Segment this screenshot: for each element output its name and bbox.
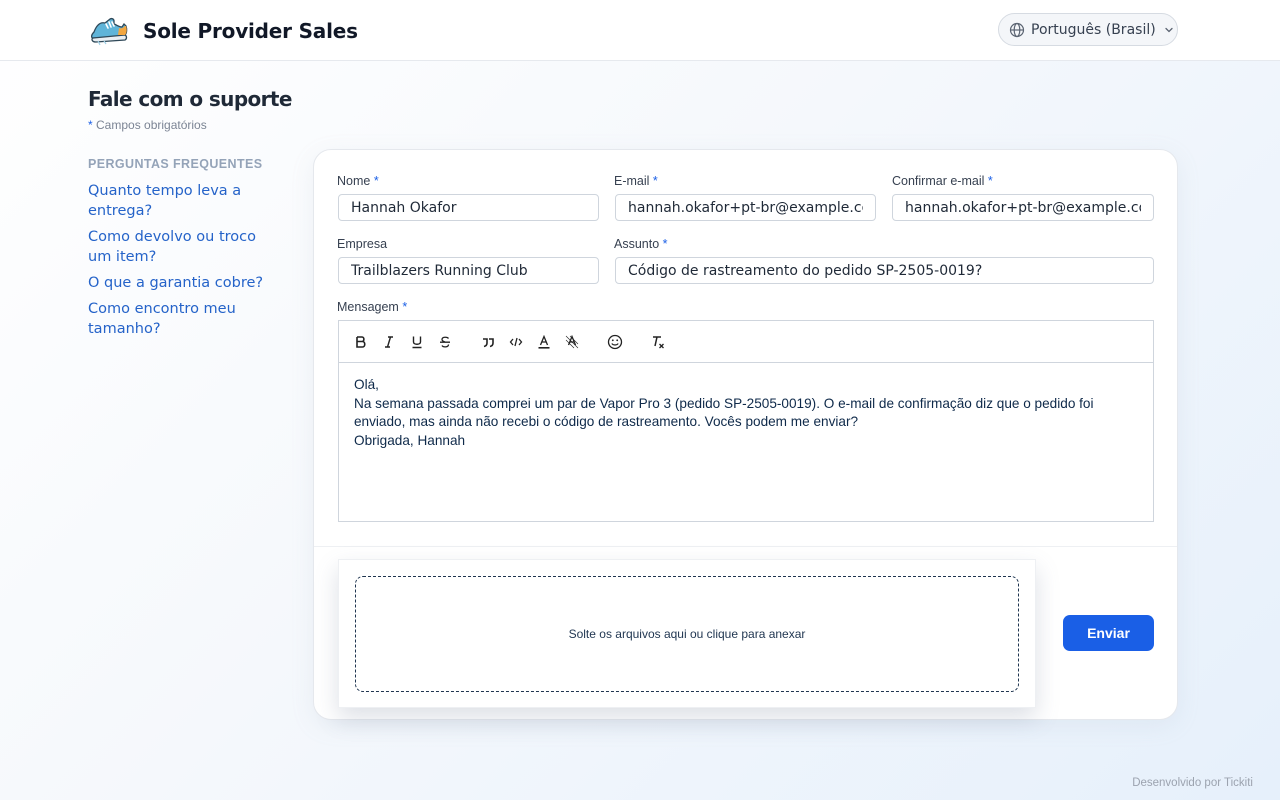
faq-link-delivery-time[interactable]: Quanto tempo leva a entrega? [88, 181, 273, 221]
submit-button[interactable]: Enviar [1063, 615, 1154, 651]
language-selector[interactable]: Português (Brasil) [998, 13, 1178, 46]
emoji-icon[interactable] [604, 331, 626, 353]
name-input[interactable] [338, 194, 599, 221]
clear-format-icon[interactable] [647, 331, 669, 353]
file-dropzone[interactable]: Solte os arquivos aqui ou clique para an… [355, 576, 1019, 692]
footer-credit[interactable]: Desenvolvido por Tickiti [1132, 777, 1253, 789]
divider [314, 546, 1177, 547]
strikethrough-icon[interactable] [434, 331, 456, 353]
company-label: Empresa [337, 237, 388, 251]
brand-name: Sole Provider Sales [143, 19, 358, 43]
confirm-email-label: Confirmar e-mail * [892, 174, 993, 188]
subject-label: Assunto * [614, 237, 668, 251]
message-label: Mensagem * [337, 300, 408, 314]
faq-link-size[interactable]: Como encontro meu tamanho? [88, 299, 273, 339]
highlight-icon[interactable] [561, 331, 583, 353]
message-editor: Olá, Na semana passada comprei um par de… [338, 320, 1154, 522]
required-fields-note: * Campos obrigatórios [88, 118, 207, 132]
font-color-icon[interactable] [533, 331, 555, 353]
attachments-panel: Solte os arquivos aqui ou clique para an… [338, 559, 1036, 708]
bold-icon[interactable] [350, 331, 372, 353]
email-label: E-mail * [614, 174, 658, 188]
faq-link-warranty[interactable]: O que a garantia cobre? [88, 273, 273, 293]
language-label: Português (Brasil) [1031, 21, 1156, 38]
company-input[interactable] [338, 257, 599, 284]
message-line: Na semana passada comprei um par de Vapo… [354, 395, 1094, 430]
top-header: Sole Provider Sales Português (Brasil) [0, 0, 1280, 61]
subject-input[interactable] [615, 257, 1154, 284]
chevron-down-icon [1165, 27, 1173, 32]
faq-heading: PERGUNTAS FREQUENTES [88, 157, 263, 171]
brand[interactable]: Sole Provider Sales [88, 14, 358, 48]
name-label: Nome * [337, 174, 379, 188]
quote-icon[interactable] [477, 331, 499, 353]
globe-icon [1009, 22, 1025, 37]
email-input[interactable] [615, 194, 876, 221]
message-line: Obrigada, Hannah [354, 433, 466, 449]
support-form-card: Nome * E-mail * Confirmar e-mail * Empre… [313, 149, 1178, 720]
page-title: Fale com o suporte [88, 87, 292, 111]
faq-link-returns[interactable]: Como devolvo ou troco um item? [88, 227, 273, 267]
dropzone-label: Solte os arquivos aqui ou clique para an… [568, 627, 806, 641]
faq-list: Quanto tempo leva a entrega? Como devolv… [88, 181, 273, 345]
message-text[interactable]: Olá, Na semana passada comprei um par de… [339, 363, 1153, 464]
confirm-email-input[interactable] [892, 194, 1154, 221]
italic-icon[interactable] [378, 331, 400, 353]
message-line: Olá, [354, 377, 379, 392]
sneaker-logo [90, 17, 128, 46]
code-icon[interactable] [505, 331, 527, 353]
editor-toolbar [339, 321, 1153, 363]
underline-icon[interactable] [406, 331, 428, 353]
